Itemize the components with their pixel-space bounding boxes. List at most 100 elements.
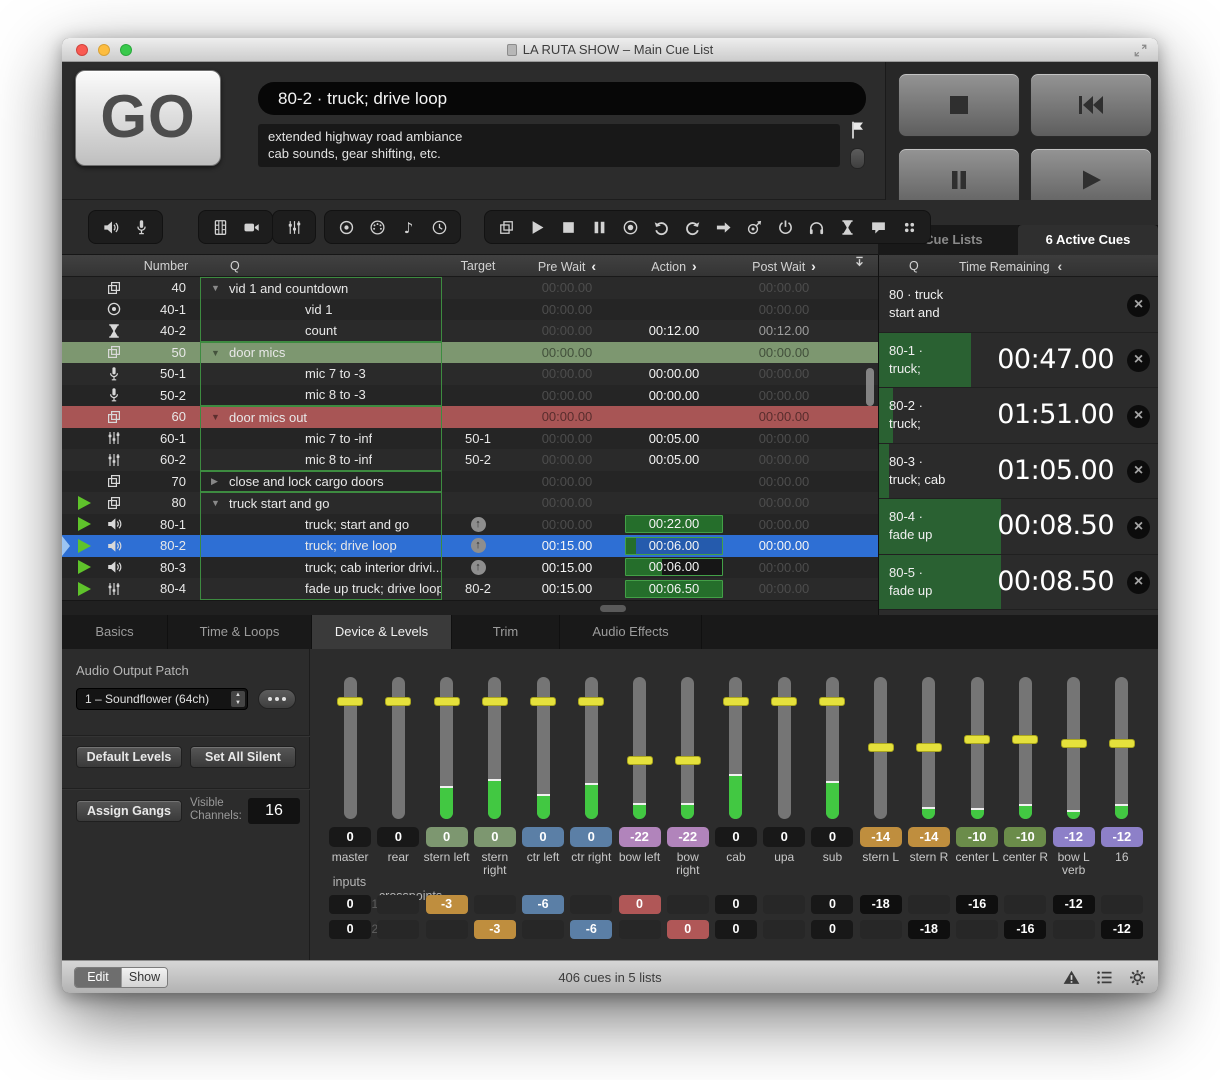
load-icon[interactable] bbox=[745, 218, 763, 236]
mic-icon[interactable] bbox=[132, 218, 150, 236]
fader-track[interactable] bbox=[681, 677, 694, 819]
disclosure-closed-icon[interactable]: ▶ bbox=[211, 476, 218, 487]
tab-audio-effects[interactable]: Audio Effects bbox=[560, 615, 702, 649]
rewind-button[interactable] bbox=[1030, 73, 1152, 137]
fader-handle[interactable] bbox=[482, 697, 508, 706]
input-level-chip[interactable]: 0 bbox=[329, 920, 371, 939]
input-level-chip[interactable]: 0 bbox=[329, 895, 371, 914]
fader-handle[interactable] bbox=[819, 697, 845, 706]
cue-row-50-2[interactable]: 50-2mic 8 to -300:00.0000:00.0000:00.00 bbox=[62, 385, 878, 407]
level-value-chip[interactable]: -22 bbox=[667, 827, 709, 847]
fader-handle[interactable] bbox=[578, 697, 604, 706]
cue-row-40-1[interactable]: 40-1vid 100:00.0000:00.00 bbox=[62, 299, 878, 321]
record-icon[interactable] bbox=[621, 218, 639, 236]
fader-handle[interactable] bbox=[530, 697, 556, 706]
crosspoint-cell[interactable]: 0 bbox=[811, 920, 853, 939]
note-icon[interactable]: ♪ bbox=[399, 218, 417, 236]
fader-track[interactable] bbox=[826, 677, 839, 819]
tab-active-cues[interactable]: 6 Active Cues bbox=[1018, 225, 1158, 255]
fader-handle[interactable] bbox=[337, 697, 363, 706]
fader-handle[interactable] bbox=[771, 697, 797, 706]
play-icon[interactable] bbox=[528, 218, 546, 236]
fader-track[interactable] bbox=[729, 677, 742, 819]
cue-row-80-3[interactable]: 80-3truck; cab interior drivi...↑00:15.0… bbox=[62, 557, 878, 579]
cue-name-cell[interactable]: mic 7 to -3 bbox=[200, 363, 442, 385]
go-button[interactable]: GO bbox=[75, 70, 221, 166]
fader-handle[interactable] bbox=[675, 756, 701, 765]
cue-name-cell[interactable]: mic 8 to -3 bbox=[200, 385, 442, 407]
undo-icon[interactable] bbox=[652, 218, 670, 236]
fader-track[interactable] bbox=[585, 677, 598, 819]
level-value-chip[interactable]: 0 bbox=[811, 827, 853, 847]
clock-icon[interactable] bbox=[430, 218, 448, 236]
tab-trim[interactable]: Trim bbox=[452, 615, 560, 649]
fader-handle[interactable] bbox=[1061, 739, 1087, 748]
crosspoint-cell[interactable]: -12 bbox=[1053, 895, 1095, 914]
faders-icon[interactable] bbox=[285, 218, 303, 236]
crosspoint-cell[interactable] bbox=[908, 895, 950, 914]
cue-name-cell[interactable]: truck; drive loop bbox=[200, 535, 442, 557]
tab-device-levels[interactable]: Device & Levels bbox=[312, 615, 452, 649]
q-column-header[interactable]: Q bbox=[200, 255, 442, 276]
fader-handle[interactable] bbox=[385, 697, 411, 706]
cue-row-80-2[interactable]: 80-2truck; drive loop↑00:15.0000:06.0000… bbox=[62, 535, 878, 557]
horizontal-scrollbar[interactable] bbox=[62, 600, 878, 615]
stop-button[interactable] bbox=[898, 73, 1020, 137]
redo-icon[interactable] bbox=[683, 218, 701, 236]
stop-cue-button[interactable]: × bbox=[1127, 571, 1150, 594]
target-icon[interactable] bbox=[337, 218, 355, 236]
film-icon[interactable] bbox=[211, 218, 229, 236]
fader-handle[interactable] bbox=[1012, 735, 1038, 744]
cue-name-cell[interactable]: mic 7 to -inf bbox=[200, 428, 442, 450]
cue-name-cell[interactable]: fade up truck; drive loop bbox=[200, 578, 442, 600]
fader-track[interactable] bbox=[922, 677, 935, 819]
cue-row-50[interactable]: 50▼door mics00:00.0000:00.00 bbox=[62, 342, 878, 364]
crosspoint-cell[interactable] bbox=[377, 895, 419, 914]
stop-cue-button[interactable]: × bbox=[1127, 294, 1150, 317]
level-value-chip[interactable]: 0 bbox=[426, 827, 468, 847]
cue-row-80-4[interactable]: 80-4fade up truck; drive loop80-200:15.0… bbox=[62, 578, 878, 600]
gear-icon[interactable] bbox=[1129, 969, 1146, 991]
fader-track[interactable] bbox=[537, 677, 550, 819]
disclosure-open-icon[interactable]: ▼ bbox=[211, 498, 220, 508]
disclosure-open-icon[interactable]: ▼ bbox=[211, 412, 220, 422]
pre-wait-column-header[interactable]: Pre Wait‹ bbox=[514, 255, 620, 276]
cue-name-cell[interactable]: truck; cab interior drivi... bbox=[200, 557, 442, 579]
cue-row-40-2[interactable]: 40-2count00:00.0000:12.0000:12.00 bbox=[62, 320, 878, 342]
stop-cue-button[interactable]: × bbox=[1127, 516, 1150, 539]
dots-icon[interactable] bbox=[900, 218, 918, 236]
cue-row-40[interactable]: 40▼vid 1 and countdown00:00.0000:00.00 bbox=[62, 277, 878, 299]
stop-cue-button[interactable]: × bbox=[1127, 405, 1150, 428]
cue-row-70[interactable]: 70▶close and lock cargo doors00:00.0000:… bbox=[62, 471, 878, 493]
crosspoint-cell[interactable] bbox=[570, 895, 612, 914]
cue-row-50-1[interactable]: 50-1mic 7 to -300:00.0000:00.0000:00.00 bbox=[62, 363, 878, 385]
visible-channels-value[interactable]: 16 bbox=[248, 798, 300, 824]
crosspoint-cell[interactable]: 0 bbox=[715, 895, 757, 914]
vertical-scrollbar-thumb[interactable] bbox=[866, 368, 874, 406]
close-window-button[interactable] bbox=[76, 44, 88, 56]
crosspoint-cell[interactable] bbox=[860, 920, 902, 939]
fader-track[interactable] bbox=[874, 677, 887, 819]
crosspoint-cell[interactable]: -18 bbox=[908, 920, 950, 939]
cue-name-cell[interactable]: ▼truck start and go bbox=[200, 492, 442, 514]
level-value-chip[interactable]: 0 bbox=[474, 827, 516, 847]
goto-icon[interactable] bbox=[714, 218, 732, 236]
fader-track[interactable] bbox=[392, 677, 405, 819]
crosspoint-cell[interactable] bbox=[522, 920, 564, 939]
cue-row-60-2[interactable]: 60-2mic 8 to -inf50-200:00.0000:05.0000:… bbox=[62, 449, 878, 471]
cue-name-cell[interactable]: mic 8 to -inf bbox=[200, 449, 442, 471]
groupcue-icon[interactable] bbox=[497, 218, 515, 236]
fader-handle[interactable] bbox=[627, 756, 653, 765]
flag-icon[interactable] bbox=[848, 120, 868, 145]
camera-icon[interactable] bbox=[242, 218, 260, 236]
fader-handle[interactable] bbox=[916, 743, 942, 752]
fader-track[interactable] bbox=[488, 677, 501, 819]
speech-icon[interactable] bbox=[869, 218, 887, 236]
tab-basics[interactable]: Basics bbox=[62, 615, 168, 649]
disclosure-open-icon[interactable]: ▼ bbox=[211, 283, 220, 293]
level-value-chip[interactable]: -14 bbox=[860, 827, 902, 847]
cue-row-60[interactable]: 60▼door mics out00:00.0000:00.00 bbox=[62, 406, 878, 428]
crosspoint-cell[interactable]: -3 bbox=[474, 920, 516, 939]
crosspoint-cell[interactable]: 0 bbox=[811, 895, 853, 914]
collapse-all-icon[interactable] bbox=[840, 255, 878, 276]
